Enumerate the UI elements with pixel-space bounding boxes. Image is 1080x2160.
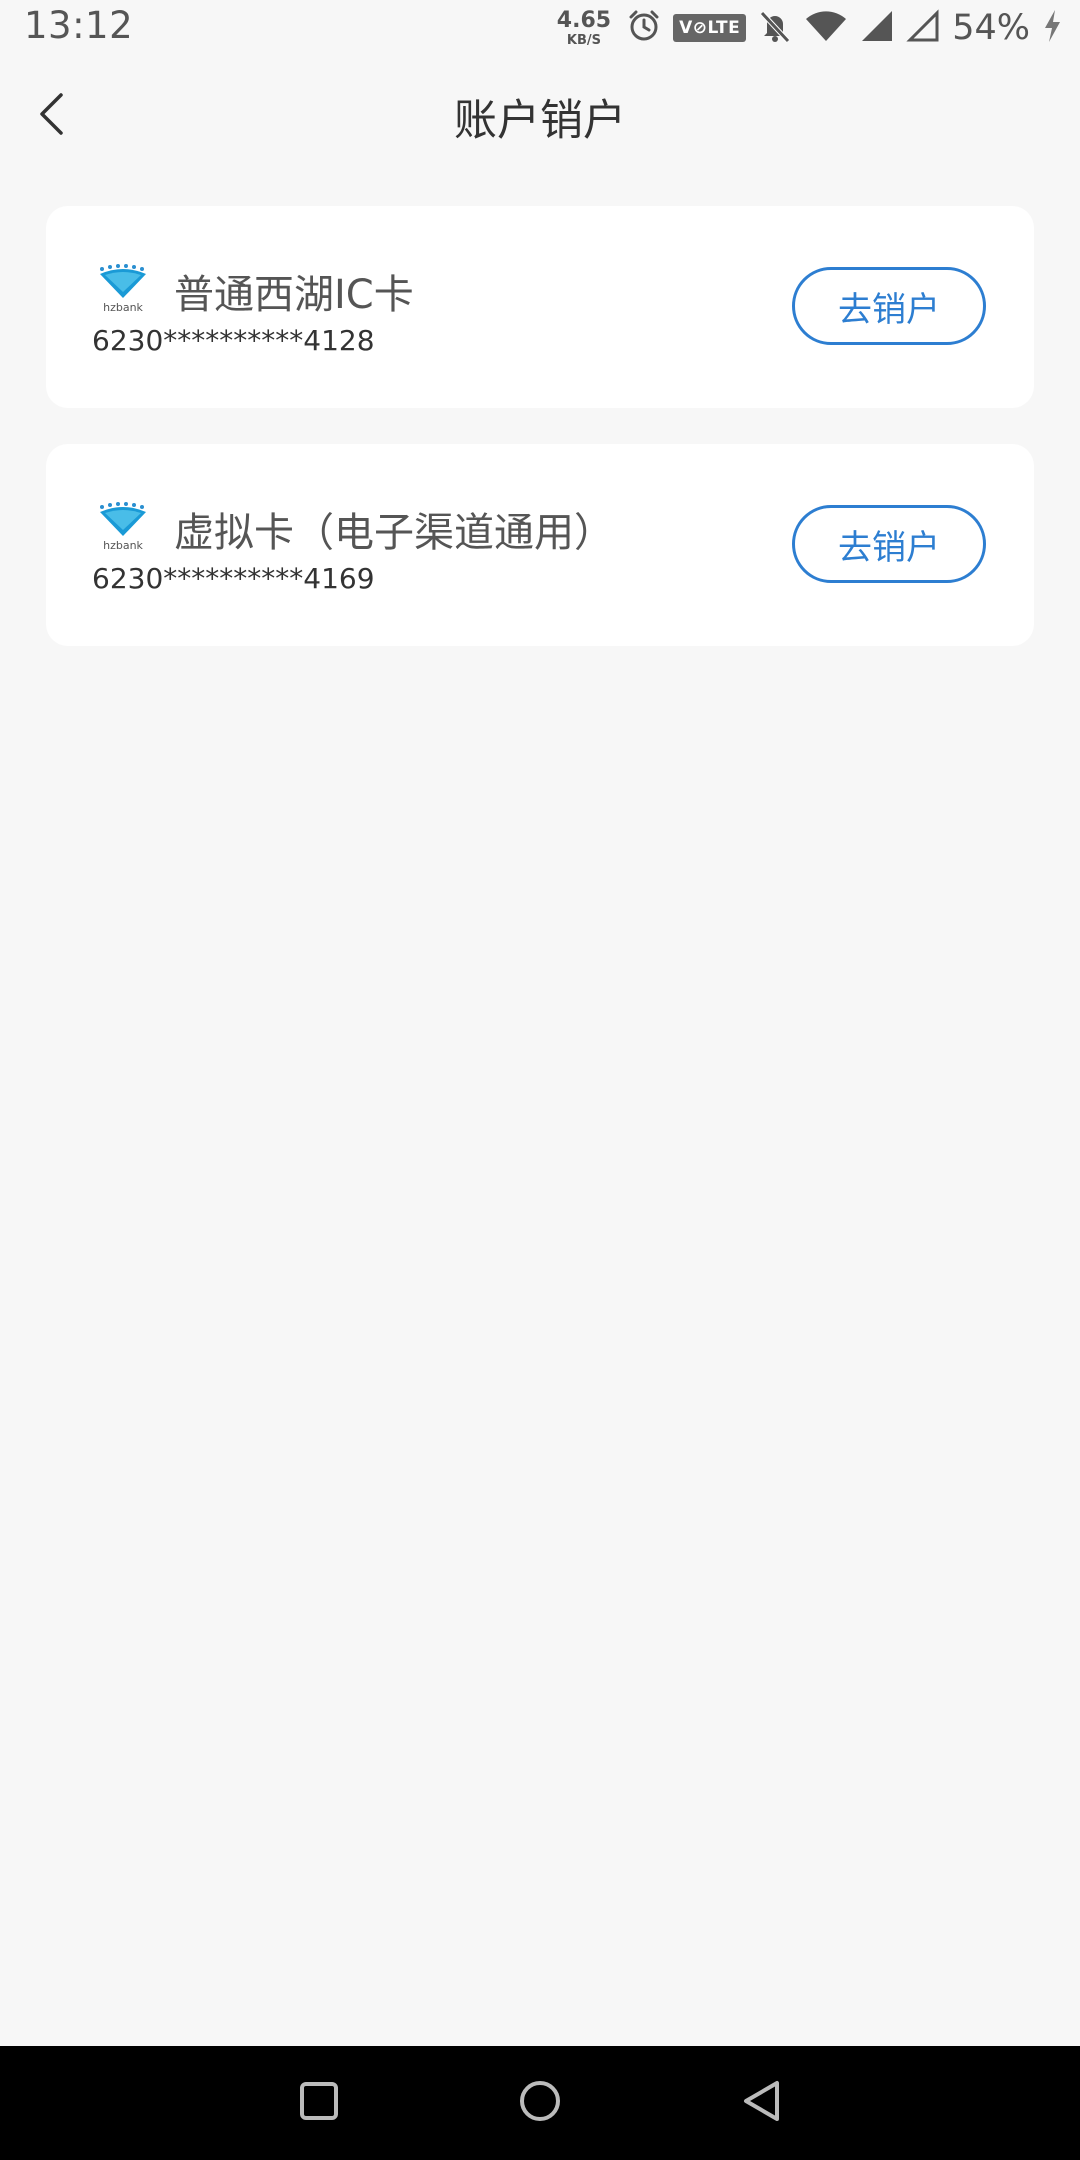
account-name: 普通西湖IC卡 [174, 272, 414, 318]
svg-text:hzbank: hzbank [103, 539, 143, 552]
account-card: hzbank 虚拟卡（电子渠道通用） 6230**********4169 去销… [46, 444, 1034, 646]
account-name: 虚拟卡（电子渠道通用） [174, 510, 614, 556]
alarm-icon [627, 9, 661, 47]
account-number: 6230**********4128 [92, 324, 375, 357]
bell-off-icon [758, 9, 792, 47]
account-card: hzbank 普通西湖IC卡 6230**********4128 去销户 [46, 206, 1034, 408]
navigation-bar [0, 2046, 1080, 2160]
home-button[interactable] [505, 2068, 575, 2138]
header: 账户销户 [0, 56, 1080, 174]
wifi-icon [804, 9, 848, 47]
hzbank-logo-icon: hzbank [96, 502, 150, 552]
network-speed: 4.65 KB/S [556, 7, 612, 48]
triangle-left-icon [741, 2079, 781, 2127]
recent-apps-button[interactable] [284, 2068, 354, 2138]
network-speed-value: 4.65 [556, 7, 612, 33]
page-title: 账户销户 [454, 96, 626, 146]
account-number: 6230**********4169 [92, 562, 375, 595]
lightning-icon [1042, 9, 1062, 47]
nav-back-button[interactable] [726, 2068, 796, 2138]
svg-text:hzbank: hzbank [103, 301, 143, 314]
circle-icon [518, 2079, 562, 2127]
signal-empty-icon [906, 9, 940, 47]
signal-icon [860, 9, 894, 47]
battery-percent: 54% [952, 8, 1030, 48]
volte-badge: V⊘LTE [673, 14, 747, 42]
close-account-button[interactable]: 去销户 [792, 505, 986, 583]
square-icon [299, 2081, 339, 2125]
hzbank-logo-icon: hzbank [96, 264, 150, 314]
status-icons: 4.65 KB/S V⊘LTE 54% [557, 6, 1062, 50]
network-speed-unit: KB/S [566, 32, 601, 48]
screen: 13:12 4.65 KB/S V⊘LTE 54% 账户销户 hzbank 普通… [0, 0, 1080, 2160]
status-time: 13:12 [24, 4, 134, 47]
close-account-button[interactable]: 去销户 [792, 267, 986, 345]
status-bar: 13:12 4.65 KB/S V⊘LTE 54% [0, 0, 1080, 56]
